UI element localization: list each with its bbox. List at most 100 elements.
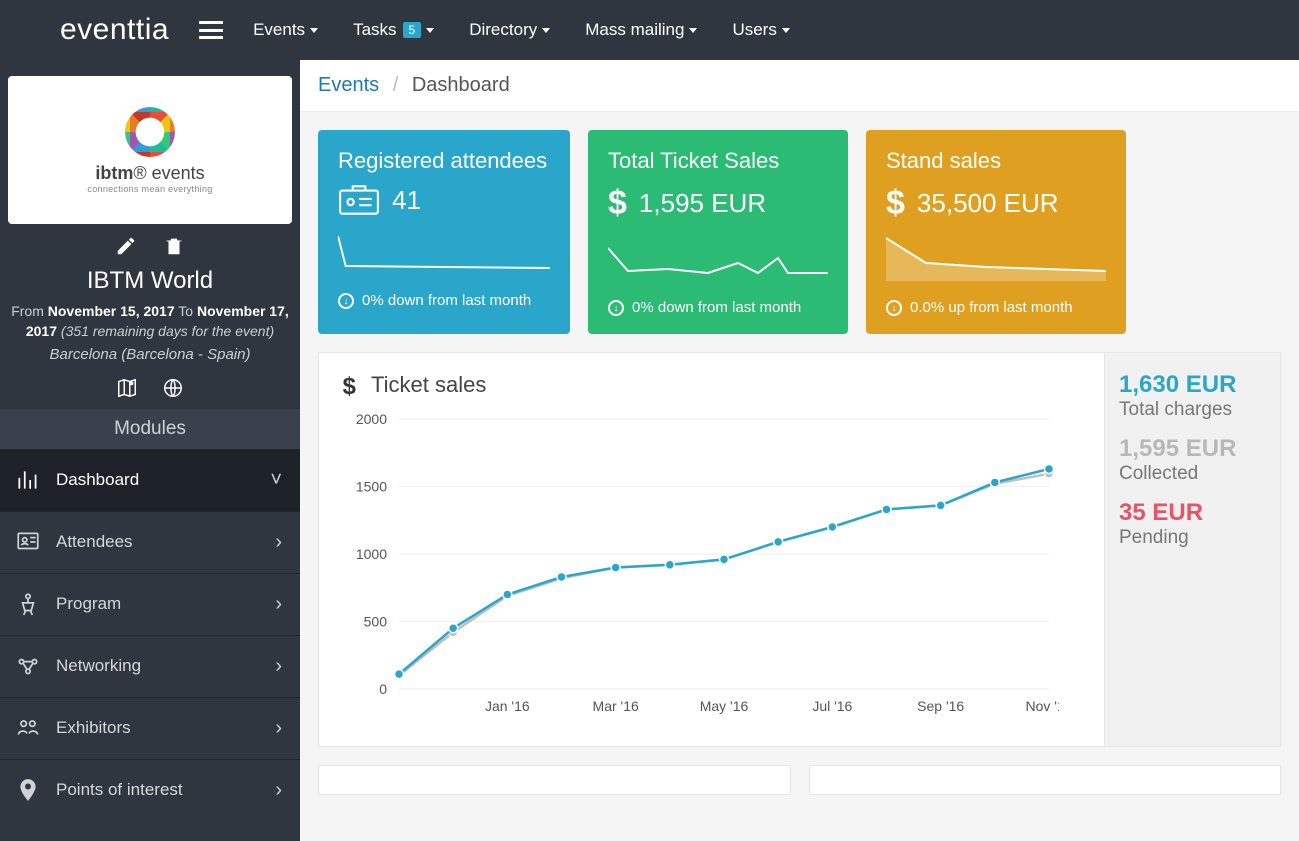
svg-text:Jan '16: Jan '16 xyxy=(485,698,530,714)
sidebar-item-label: Networking xyxy=(56,656,141,676)
event-location: Barcelona (Barcelona - Spain) xyxy=(0,346,300,363)
svg-text:2000: 2000 xyxy=(356,411,387,427)
ticket-sales-panel: $ Ticket sales 0 500 1000 1500 2000 Jan '16 Ma… xyxy=(318,352,1281,747)
svg-text:1500: 1500 xyxy=(356,478,387,494)
sidebar-item-label: Points of interest xyxy=(56,780,183,800)
ticket-sales-chart: 0 500 1000 1500 2000 Jan '16 Mar '16 May '16 Jul… xyxy=(339,409,1059,729)
chevron-down-icon xyxy=(542,28,550,33)
sidebar-item-attendees[interactable]: Attendees › xyxy=(0,511,300,573)
brand-logo: eventtia xyxy=(60,13,169,47)
sidebar-item-networking[interactable]: Networking › xyxy=(0,635,300,697)
breadcrumb: Events / Dashboard xyxy=(300,60,1299,112)
globe-icon[interactable] xyxy=(162,379,184,396)
chevron-right-icon: › xyxy=(275,717,282,740)
sidebar-item-dashboard[interactable]: Dashboard ˅ xyxy=(0,449,300,511)
legend-value: 1,595 EUR xyxy=(1119,435,1266,463)
panel-placeholder xyxy=(809,765,1282,795)
breadcrumb-current: Dashboard xyxy=(412,74,510,96)
sidebar: ibtm® events connections mean everything… xyxy=(0,60,300,841)
sparkline xyxy=(886,233,1106,283)
chevron-down-icon xyxy=(310,28,318,33)
legend-label: Pending xyxy=(1119,527,1266,549)
sidebar-item-label: Exhibitors xyxy=(56,718,131,738)
nav-users[interactable]: Users xyxy=(732,20,789,40)
svg-text:Jul '16: Jul '16 xyxy=(812,698,852,714)
chart-title: $ Ticket sales xyxy=(339,371,1090,399)
svg-text:May '16: May '16 xyxy=(700,698,749,714)
trend-icon: ↓ xyxy=(886,300,902,316)
podium-icon xyxy=(14,590,42,618)
card-value: $35,500 EUR xyxy=(886,184,1106,223)
dollar-icon: $ xyxy=(339,371,361,399)
ibtm-ring-icon xyxy=(125,107,175,157)
card-title: Total Ticket Sales xyxy=(608,148,828,174)
svg-text:Nov '16: Nov '16 xyxy=(1025,698,1059,714)
main-content: Events / Dashboard Registered attendees 4… xyxy=(300,60,1299,841)
map-icon[interactable] xyxy=(116,379,138,396)
svg-text:1000: 1000 xyxy=(356,546,387,562)
dollar-icon: $ xyxy=(608,184,627,223)
trend-icon: ↓ xyxy=(608,300,624,316)
card-footer: ↓0.0% up from last month xyxy=(886,298,1106,318)
pin-icon xyxy=(14,776,42,804)
legend-value: 1,630 EUR xyxy=(1119,371,1266,399)
hamburger-icon[interactable] xyxy=(199,21,223,39)
sidebar-item-label: Dashboard xyxy=(56,470,139,490)
legend-value: 35 EUR xyxy=(1119,499,1266,527)
sidebar-item-label: Program xyxy=(56,594,121,614)
chart-legend: 1,630 EURTotal charges 1,595 EURCollected… xyxy=(1105,352,1281,747)
svg-text:500: 500 xyxy=(364,613,388,629)
sparkline xyxy=(608,233,828,283)
legend-label: Collected xyxy=(1119,463,1266,485)
card-value: $1,595 EUR xyxy=(608,184,828,223)
svg-text:0: 0 xyxy=(379,681,387,697)
sidebar-item-label: Attendees xyxy=(56,532,133,552)
chart-icon xyxy=(14,466,42,494)
badge-icon xyxy=(338,184,380,216)
chevron-right-icon: › xyxy=(275,655,282,678)
breadcrumb-root[interactable]: Events xyxy=(318,74,379,96)
people-icon xyxy=(14,528,42,556)
sidebar-item-exhibitors[interactable]: Exhibitors › xyxy=(0,697,300,759)
tasks-badge: 5 xyxy=(403,22,422,38)
chevron-down-icon xyxy=(782,28,790,33)
chevron-right-icon: › xyxy=(275,531,282,554)
card-value: 41 xyxy=(338,184,550,216)
svg-text:Mar '16: Mar '16 xyxy=(593,698,639,714)
event-logo-card: ibtm® events connections mean everything xyxy=(8,76,292,224)
svg-text:Sep '16: Sep '16 xyxy=(917,698,964,714)
sidebar-item-program[interactable]: Program › xyxy=(0,573,300,635)
nav-tasks[interactable]: Tasks5 xyxy=(353,20,434,40)
card-amber: Stand sales $35,500 EUR ↓0.0% up from last… xyxy=(866,130,1126,334)
nav-massmailing[interactable]: Mass mailing xyxy=(585,20,697,40)
card-blue: Registered attendees 41 ↓0% down from last… xyxy=(318,130,570,334)
event-dates: From November 15, 2017 To November 17, 2… xyxy=(0,301,300,342)
top-nav: eventtia Events Tasks5 Directory Mass ma… xyxy=(0,0,1299,60)
card-footer: ↓0% down from last month xyxy=(338,291,550,311)
network-icon xyxy=(14,652,42,680)
trend-icon: ↓ xyxy=(338,293,354,309)
delete-icon[interactable] xyxy=(163,234,185,256)
panel-placeholder xyxy=(318,765,791,795)
card-title: Registered attendees xyxy=(338,148,550,174)
card-footer: ↓0% down from last month xyxy=(608,298,828,318)
nav-directory[interactable]: Directory xyxy=(469,20,550,40)
chevron-right-icon: › xyxy=(275,593,282,616)
sidebar-item-points-of-interest[interactable]: Points of interest › xyxy=(0,759,300,821)
event-title: IBTM World xyxy=(0,267,300,295)
group-icon xyxy=(14,714,42,742)
card-green: Total Ticket Sales $1,595 EUR ↓0% down fro… xyxy=(588,130,848,334)
chevron-right-icon: › xyxy=(275,779,282,802)
card-title: Stand sales xyxy=(886,148,1106,174)
legend-label: Total charges xyxy=(1119,399,1266,421)
nav-events[interactable]: Events xyxy=(253,20,318,40)
sparkline xyxy=(338,226,550,276)
modules-header: Modules xyxy=(0,409,300,449)
chevron-down-icon xyxy=(689,28,697,33)
edit-icon[interactable] xyxy=(115,234,143,256)
chevron-down-icon xyxy=(426,28,434,33)
dollar-icon: $ xyxy=(886,184,905,223)
chevron-down-icon: ˅ xyxy=(270,469,282,492)
footer-panels xyxy=(318,765,1281,795)
svg-text:$: $ xyxy=(343,373,356,399)
